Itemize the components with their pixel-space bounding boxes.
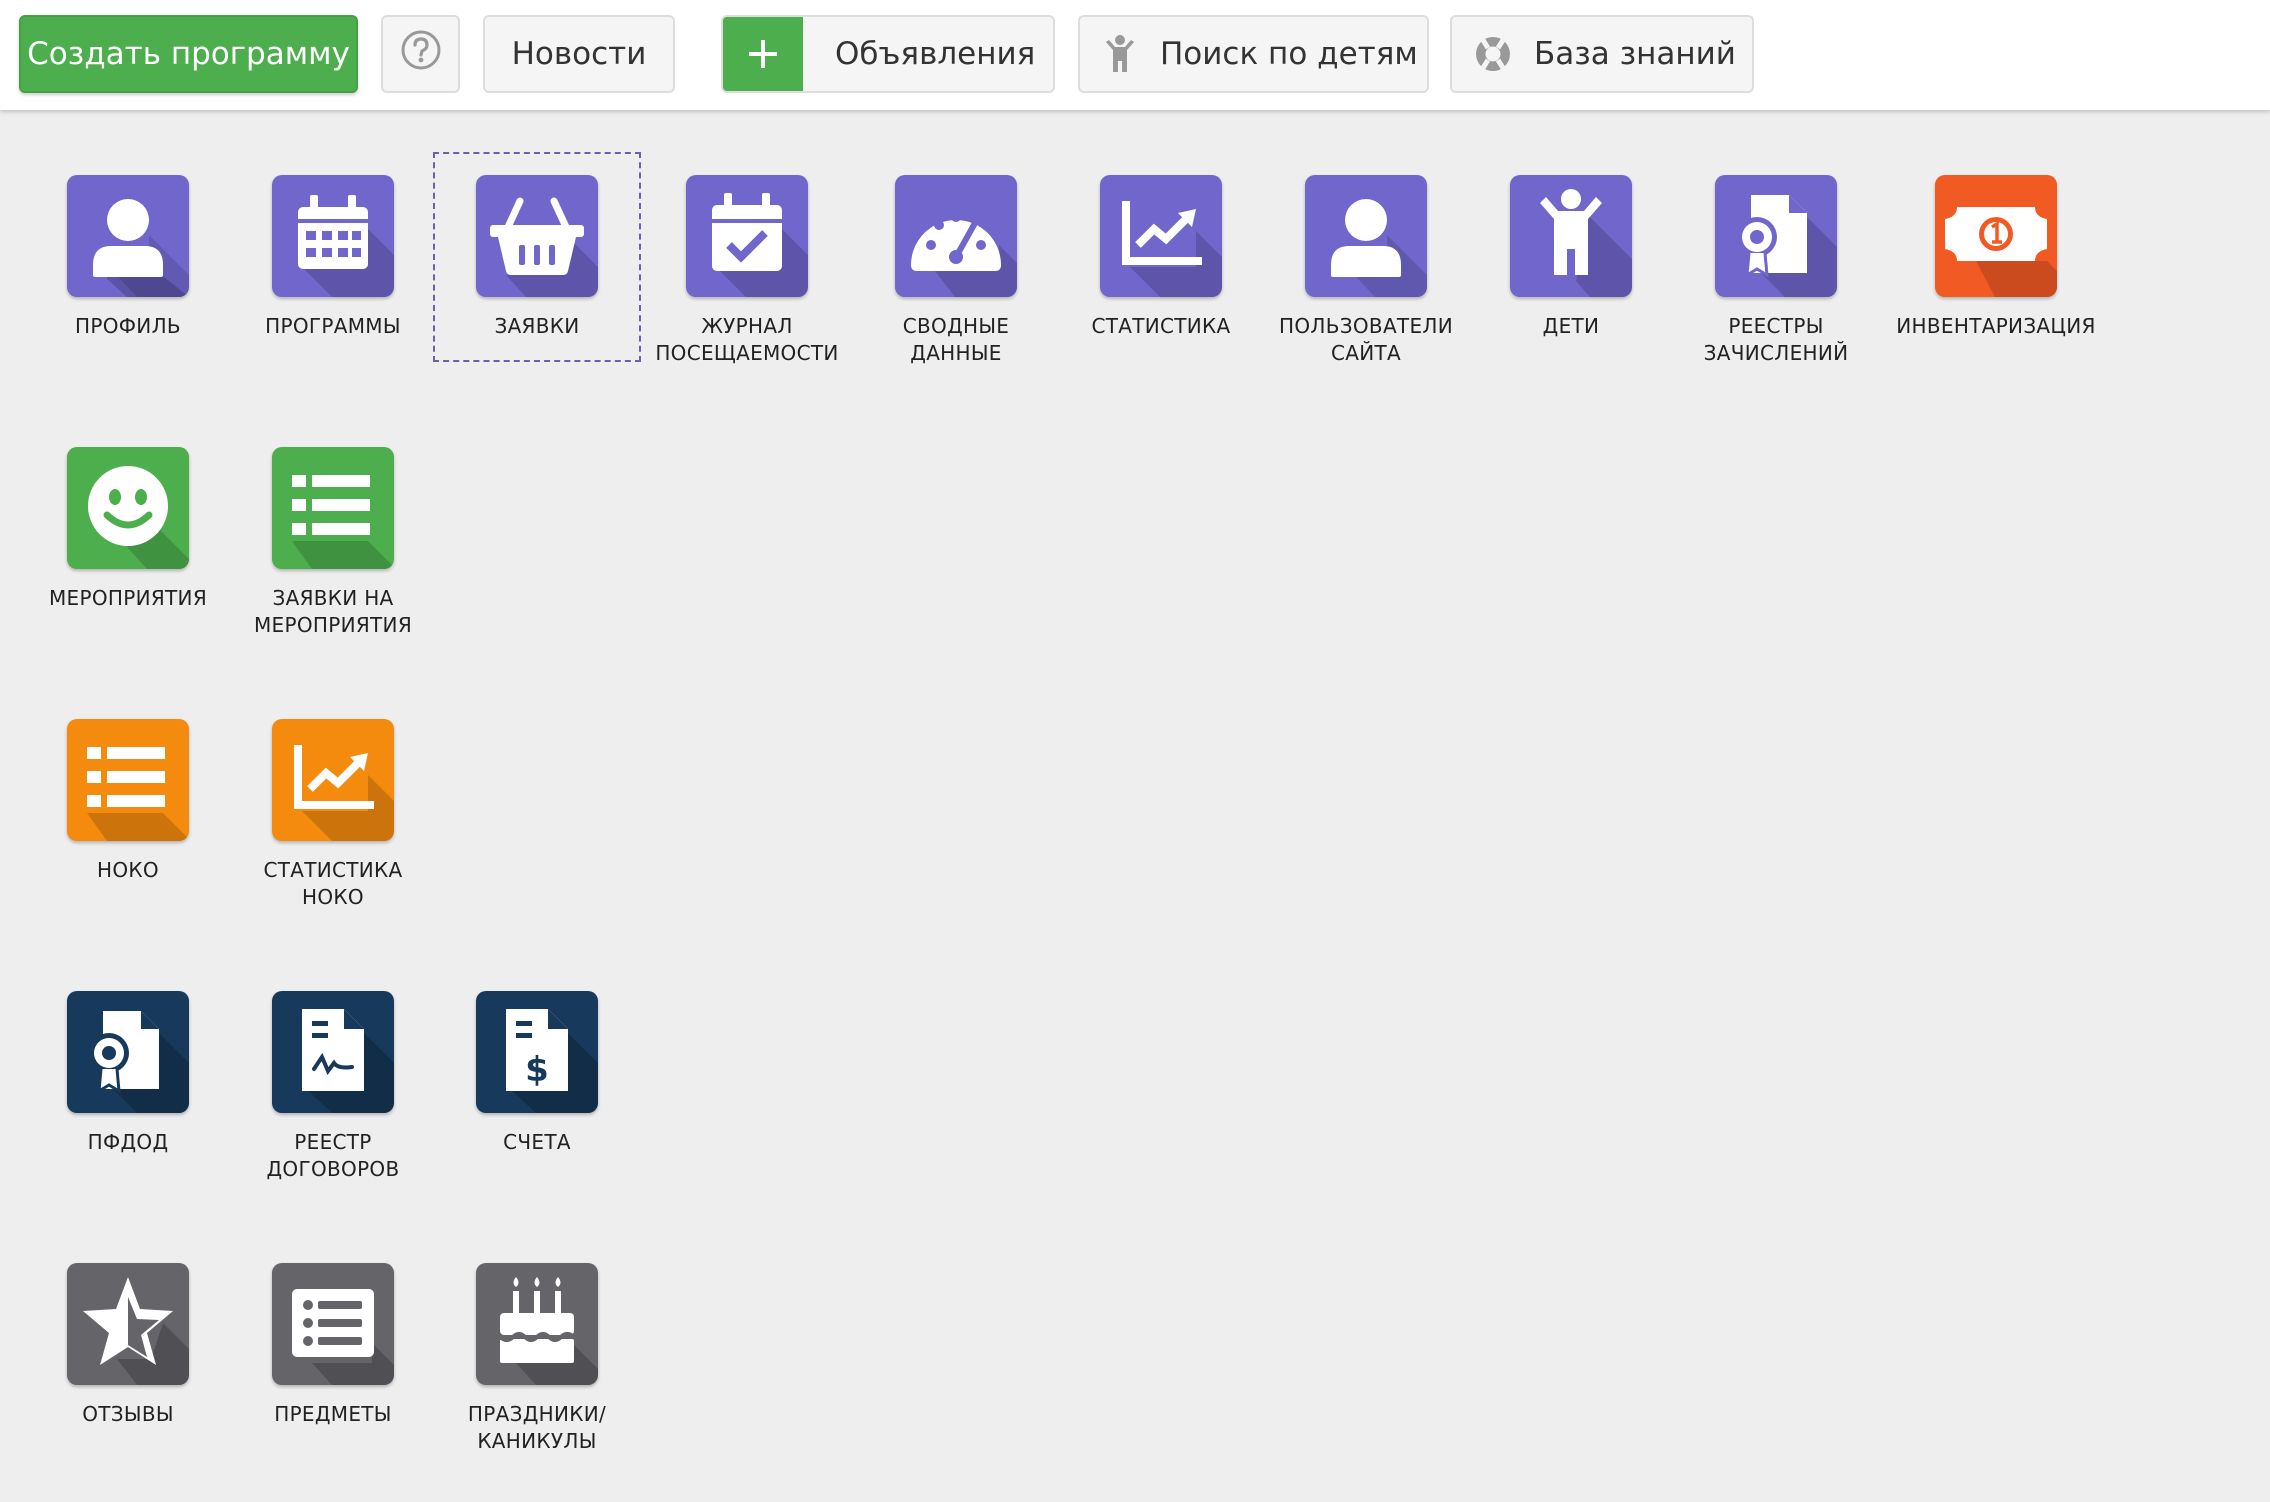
help-button[interactable]: [381, 15, 460, 93]
tile-label: ДЕТИ: [1542, 314, 1600, 338]
news-label: Новости: [511, 36, 647, 72]
tile-site-users[interactable]: ПОЛЬЗОВАТЕЛИ САЙТА: [1263, 175, 1469, 367]
knowledge-base-label: База знаний: [1534, 36, 1736, 72]
child-icon: [1510, 175, 1632, 297]
tile-attendance-journal[interactable]: ЖУРНАЛ ПОСЕЩАЕМОСТИ: [644, 175, 850, 367]
tile-subjects[interactable]: ПРЕДМЕТЫ: [230, 1263, 436, 1428]
tile-enrollment-registers[interactable]: РЕЕСТРЫ ЗАЧИСЛЕНИЙ: [1673, 175, 1879, 367]
news-button[interactable]: Новости: [483, 15, 675, 93]
search-children-label: Поиск по детям: [1160, 36, 1418, 72]
tile-label: ЗАЯВКИ: [494, 314, 580, 338]
top-toolbar: Создать программу Новости Объявления Пои…: [0, 0, 2270, 110]
tile-label: ПРОГРАММЫ: [265, 314, 401, 338]
tile-label: ОТЗЫВЫ: [82, 1402, 174, 1426]
question-circle-icon: [400, 29, 442, 79]
calendar-icon: [272, 175, 394, 297]
line-chart-icon: [1100, 175, 1222, 297]
tile-reviews[interactable]: ОТЗЫВЫ: [25, 1263, 231, 1428]
create-program-label: Создать программу: [27, 36, 350, 72]
tile-label: СЧЕТА: [503, 1130, 571, 1154]
gauge-icon: [895, 175, 1017, 297]
tile-invoices[interactable]: $ СЧЕТА: [434, 991, 640, 1156]
basket-icon: [476, 175, 598, 297]
plus-icon: [723, 17, 803, 91]
tile-label: ЖУРНАЛ ПОСЕЩАЕМОСТИ: [655, 314, 839, 365]
search-children-button[interactable]: Поиск по детям: [1078, 15, 1429, 93]
tile-noko-statistics[interactable]: СТАТИСТИКА НОКО: [230, 719, 436, 911]
tile-children[interactable]: ДЕТИ: [1468, 175, 1674, 340]
list-icon: [272, 447, 394, 569]
tile-noko[interactable]: НОКО: [25, 719, 231, 884]
user-icon: [67, 175, 189, 297]
tile-label: ПРЕДМЕТЫ: [274, 1402, 392, 1426]
certificate-icon: [67, 991, 189, 1113]
line-chart-icon: [272, 719, 394, 841]
smile-icon: [67, 447, 189, 569]
tile-events[interactable]: МЕРОПРИЯТИЯ: [25, 447, 231, 612]
invoice-icon: $: [476, 991, 598, 1113]
money-icon: [1935, 175, 2057, 297]
announcements-label: Объявления: [835, 36, 1036, 72]
calendar-check-icon: [686, 175, 808, 297]
tile-label: МЕРОПРИЯТИЯ: [48, 586, 208, 610]
user-icon: [1305, 175, 1427, 297]
create-program-button[interactable]: Создать программу: [19, 15, 358, 93]
knowledge-base-button[interactable]: База знаний: [1450, 15, 1754, 93]
svg-text:$: $: [525, 1050, 549, 1090]
contract-icon: [272, 991, 394, 1113]
tile-contracts-register[interactable]: РЕЕСТР ДОГОВОРОВ: [230, 991, 436, 1183]
tile-pfdod[interactable]: ПФДОД: [25, 991, 231, 1156]
tile-applications[interactable]: ЗАЯВКИ: [434, 175, 640, 340]
tile-holidays[interactable]: ПРАЗДНИКИ/ КАНИКУЛЫ: [434, 1263, 640, 1455]
star-half-icon: [67, 1263, 189, 1385]
tile-label: РЕЕСТРЫ ЗАЧИСЛЕНИЙ: [1703, 314, 1849, 365]
list-icon: [67, 719, 189, 841]
tile-event-applications[interactable]: ЗАЯВКИ НА МЕРОПРИЯТИЯ: [230, 447, 436, 639]
tile-label: ПОЛЬЗОВАТЕЛИ САЙТА: [1279, 314, 1453, 365]
tile-label: РЕЕСТР ДОГОВОРОВ: [266, 1130, 400, 1181]
lifebuoy-icon: [1474, 35, 1512, 73]
birthday-cake-icon: [476, 1263, 598, 1385]
tile-inventory[interactable]: ИНВЕНТАРИЗАЦИЯ: [1893, 175, 2099, 340]
tile-profile[interactable]: ПРОФИЛЬ: [25, 175, 231, 340]
tile-label: СТАТИСТИКА: [1091, 314, 1231, 338]
tile-label: ПФДОД: [87, 1130, 169, 1154]
tile-label: ПРОФИЛЬ: [75, 314, 181, 338]
certificate-icon: [1715, 175, 1837, 297]
tile-label: СТАТИСТИКА НОКО: [263, 858, 403, 909]
tile-label: ИНВЕНТАРИЗАЦИЯ: [1896, 314, 2096, 338]
tile-label: ПРАЗДНИКИ/ КАНИКУЛЫ: [467, 1402, 607, 1453]
announcements-button[interactable]: Объявления: [721, 15, 1055, 93]
tile-summary-data[interactable]: СВОДНЫЕ ДАННЫЕ: [853, 175, 1059, 367]
tile-label: СВОДНЫЕ ДАННЫЕ: [902, 314, 1010, 365]
tile-statistics[interactable]: СТАТИСТИКА: [1058, 175, 1264, 340]
list-alt-icon: [272, 1263, 394, 1385]
tile-programs[interactable]: ПРОГРАММЫ: [230, 175, 436, 340]
tile-label: ЗАЯВКИ НА МЕРОПРИЯТИЯ: [253, 586, 413, 637]
child-icon: [1102, 34, 1138, 74]
tile-label: НОКО: [97, 858, 159, 882]
